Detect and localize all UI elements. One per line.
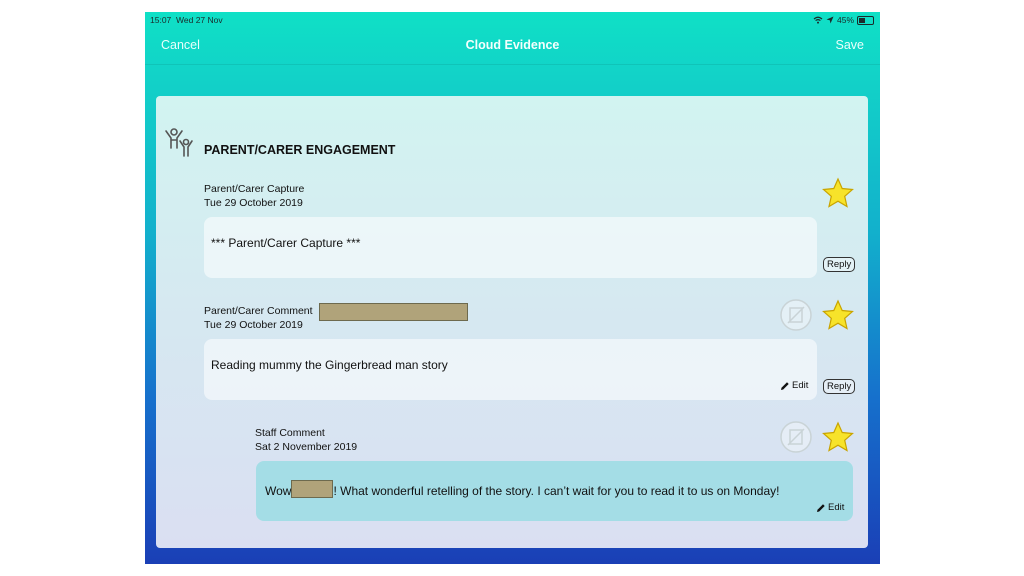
redacted-name: [291, 480, 334, 498]
star-icon[interactable]: [822, 177, 854, 209]
entry-date: Sat 2 November 2019: [255, 441, 358, 453]
wifi-icon: [813, 16, 823, 24]
edit-button[interactable]: Edit: [780, 380, 808, 391]
battery-percent: 45%: [836, 15, 854, 25]
staff-comment-bubble: Wow ! What wonderful retelling of the sto…: [256, 461, 853, 521]
comment-text: Reading mummy the Gingerbread man story: [211, 358, 448, 372]
comment-text: *** Parent/Carer Capture ***: [211, 236, 361, 250]
status-date: Wed 27 Nov: [176, 15, 223, 25]
reply-button[interactable]: Reply: [823, 257, 856, 272]
entry-date: Tue 29 October 2019: [204, 319, 303, 331]
star-icon[interactable]: [822, 421, 854, 453]
parent-carer-icon: [165, 128, 193, 157]
entry-date: Tue 29 October 2019: [204, 197, 303, 209]
location-arrow-icon: [826, 16, 834, 24]
no-image-icon[interactable]: [780, 299, 812, 331]
ipad-screen: 15:07 Wed 27 Nov 45% Cancel Cloud Eviden…: [145, 12, 880, 564]
edit-button[interactable]: Edit: [816, 502, 844, 513]
entry-type: Staff Comment: [255, 427, 325, 439]
entry-meta: Parent/Carer Comment Tue 29 October 2019: [204, 304, 313, 332]
nav-title: Cloud Evidence: [465, 38, 560, 52]
section-title: PARENT/CARER ENGAGEMENT: [204, 143, 396, 157]
no-image-icon[interactable]: [780, 421, 812, 453]
battery-icon: [857, 15, 874, 25]
staff-text-end: ! What wonderful retelling of the story.…: [333, 484, 780, 498]
reply-button[interactable]: Reply: [823, 379, 856, 394]
entry-type: Parent/Carer Comment: [204, 305, 313, 317]
pencil-icon: [817, 503, 825, 512]
edit-label: Edit: [792, 380, 809, 391]
status-bar: 15:07 Wed 27 Nov 45%: [145, 12, 880, 28]
staff-text-start: Wow: [265, 484, 292, 498]
entry-meta: Parent/Carer Capture Tue 29 October 2019: [204, 182, 304, 210]
clock: 15:07: [150, 15, 172, 25]
staff-meta: Staff Comment Sat 2 November 2019: [255, 426, 357, 454]
staff-comment-text: Wow ! What wonderful retelling of the sto…: [265, 480, 779, 498]
entry-type: Parent/Carer Capture: [204, 183, 305, 195]
redacted-name: [319, 303, 468, 321]
status-time: 15:07 Wed 27 Nov: [150, 15, 223, 25]
comment-bubble: Reading mummy the Gingerbread man story: [204, 339, 817, 400]
pencil-icon: [781, 381, 789, 390]
nav-bar: Cancel Cloud Evidence Save: [145, 28, 880, 65]
status-right: 45%: [813, 15, 874, 25]
comment-bubble: *** Parent/Carer Capture ***: [204, 217, 817, 278]
save-button[interactable]: Save: [836, 38, 865, 52]
edit-label: Edit: [828, 502, 845, 513]
evidence-card: PARENT/CARER ENGAGEMENT Parent/Carer Cap…: [156, 96, 868, 548]
star-icon[interactable]: [822, 299, 854, 331]
